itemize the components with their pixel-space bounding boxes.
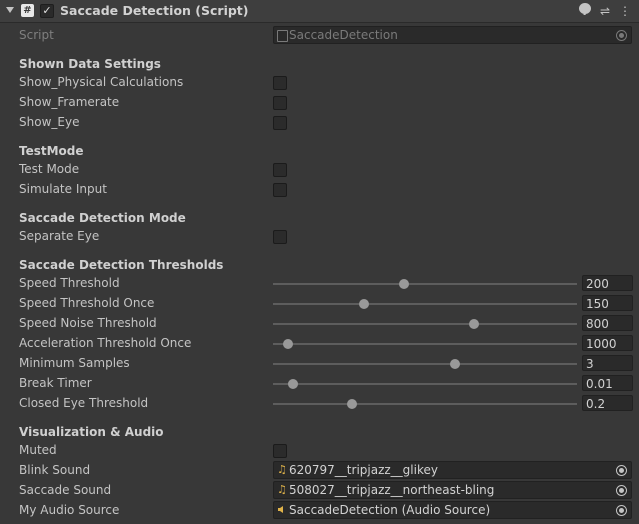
audio-source-field[interactable]: SaccadeDetection (Audio Source) [273,501,632,519]
saccade-sound-value: 508027__tripjazz__northeast-bling [289,483,495,497]
show-physical-checkbox[interactable] [273,76,287,90]
slider-track[interactable] [273,403,577,405]
slider-thumb[interactable] [287,379,298,389]
script-value: SaccadeDetection [289,28,398,42]
show-framerate-checkbox[interactable] [273,96,287,110]
slider-label: Speed Noise Threshold [19,316,157,330]
slider-value-field[interactable]: 150 [582,295,633,311]
component-enabled-checkbox[interactable]: ✓ [40,4,54,18]
slider-track[interactable] [273,383,577,385]
separate-eye-label: Separate Eye [19,229,100,243]
help-icon[interactable]: ? [579,3,591,19]
blink-sound-field[interactable]: ♫ 620797__tripjazz__glikey [273,461,632,479]
slider-label: Closed Eye Threshold [19,396,149,410]
section-thresholds: Saccade Detection Thresholds [19,258,224,272]
show-eye-checkbox[interactable] [273,116,287,130]
slider-label: Acceleration Threshold Once [19,336,192,350]
blink-sound-value: 620797__tripjazz__glikey [289,463,438,477]
audio-source-label: My Audio Source [19,503,120,517]
slider-track[interactable] [273,323,577,325]
slider-track[interactable] [273,283,577,285]
slider-value-field[interactable]: 1000 [582,335,633,351]
slider-value-field[interactable]: 0.01 [582,375,633,391]
section-visualization: Visualization & Audio [19,425,164,439]
show-physical-label: Show_Physical Calculations [19,75,184,89]
csharp-script-icon: # [21,4,34,17]
section-shown-data: Shown Data Settings [19,57,161,71]
slider-thumb[interactable] [398,279,409,289]
saccade-sound-label: Saccade Sound [19,483,112,497]
slider-track[interactable] [273,343,577,345]
section-detection-mode: Saccade Detection Mode [19,211,186,225]
object-picker-icon[interactable] [616,485,627,496]
foldout-arrow-icon[interactable] [6,7,14,13]
audio-clip-icon: ♫ [277,463,287,476]
muted-checkbox[interactable] [273,444,287,458]
slider-thumb[interactable] [347,399,358,409]
slider-thumb[interactable] [283,339,294,349]
component-header: # ✓ Saccade Detection (Script) ? ⇌ ⋮ [0,0,639,23]
show-eye-label: Show_Eye [19,115,80,129]
slider-label: Break Timer [19,376,92,390]
blink-sound-label: Blink Sound [19,463,91,477]
test-mode-label: Test Mode [19,162,80,176]
section-test-mode: TestMode [19,144,84,158]
object-picker-icon[interactable] [616,505,627,516]
saccade-sound-field[interactable]: ♫ 508027__tripjazz__northeast-bling [273,481,632,499]
slider-value-field[interactable]: 0.2 [582,395,633,411]
object-picker-icon[interactable] [616,465,627,476]
slider-label: Minimum Samples [19,356,130,370]
slider-thumb[interactable] [359,299,370,309]
audio-source-icon [278,506,283,513]
muted-label: Muted [19,443,57,457]
show-framerate-label: Show_Framerate [19,95,120,109]
component-title: Saccade Detection (Script) [60,3,249,18]
slider-label: Speed Threshold [19,276,120,290]
test-mode-checkbox[interactable] [273,163,287,177]
slider-thumb[interactable] [468,319,479,329]
slider-value-field[interactable]: 200 [582,275,633,291]
script-label: Script [19,28,54,42]
script-file-icon [277,30,288,42]
audio-source-value: SaccadeDetection (Audio Source) [289,503,491,517]
slider-value-field[interactable]: 800 [582,315,633,331]
simulate-input-label: Simulate Input [19,182,107,196]
simulate-input-checkbox[interactable] [273,183,287,197]
slider-thumb[interactable] [450,359,461,369]
slider-label: Speed Threshold Once [19,296,155,310]
script-object-field: SaccadeDetection [273,26,632,44]
context-menu-icon[interactable]: ⋮ [619,3,631,19]
preset-sliders-icon[interactable]: ⇌ [599,3,611,19]
audio-clip-icon: ♫ [277,483,287,496]
slider-value-field[interactable]: 3 [582,355,633,371]
slider-track[interactable] [273,363,577,365]
separate-eye-checkbox[interactable] [273,230,287,244]
slider-track[interactable] [273,303,577,305]
object-picker-icon [616,30,627,41]
